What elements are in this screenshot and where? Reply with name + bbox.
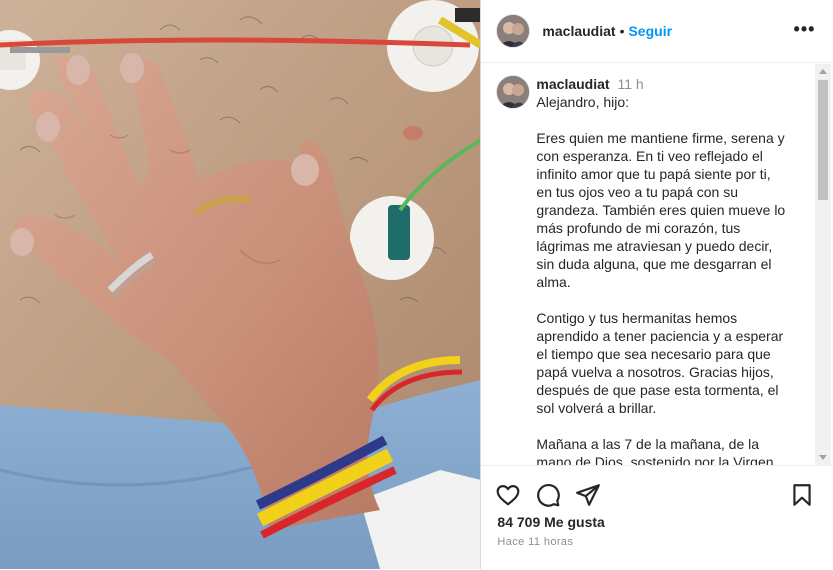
- caption-username[interactable]: maclaudiat: [536, 76, 609, 92]
- scroll-down-arrow-icon[interactable]: [819, 455, 828, 460]
- caption-paragraph: Alejandro, hijo:: [536, 94, 630, 110]
- caption-scroll-area[interactable]: maclaudiat 11 h Alejandro, hijo: Eres qu…: [481, 63, 833, 465]
- post-caption: maclaudiat 11 h Alejandro, hijo: Eres qu…: [536, 75, 786, 465]
- avatar-image: [497, 76, 530, 108]
- avatar-image: [497, 15, 530, 47]
- post-side-panel: maclaudiat • Seguir ••• maclaudiat 11 h: [481, 0, 833, 569]
- caption-paragraph: Eres quien me mantiene firme, serena y c…: [536, 130, 786, 290]
- post-header: maclaudiat • Seguir •••: [481, 0, 833, 63]
- post-photo[interactable]: [0, 0, 482, 569]
- like-count[interactable]: 84 709 Me gusta: [497, 514, 604, 530]
- post-photo-illustration: [0, 0, 481, 569]
- more-options-icon[interactable]: •••: [794, 20, 816, 38]
- post-actions: 84 709 Me gusta Hace 11 horas: [481, 465, 833, 570]
- author-username[interactable]: maclaudiat: [542, 23, 615, 39]
- bookmark-icon-graphic: [793, 484, 812, 506]
- caption-paragraph: Mañana a las 7 de la mañana, de la mano …: [536, 436, 774, 465]
- instagram-post: maclaudiat • Seguir ••• maclaudiat 11 h: [0, 0, 833, 569]
- share-icon[interactable]: [575, 482, 601, 508]
- scroll-up-arrow-icon[interactable]: [819, 69, 828, 74]
- comment-icon-graphic: [537, 484, 561, 507]
- comment-icon[interactable]: [535, 482, 561, 508]
- caption-scrollbar[interactable]: [815, 64, 832, 465]
- bookmark-icon[interactable]: [789, 482, 815, 508]
- scrollbar-thumb[interactable]: [818, 80, 829, 200]
- author-avatar[interactable]: [496, 14, 531, 48]
- follow-button[interactable]: Seguir: [628, 23, 672, 39]
- header-separator: •: [619, 23, 625, 39]
- post-timestamp[interactable]: Hace 11 horas: [497, 536, 573, 548]
- heart-icon[interactable]: [495, 482, 521, 508]
- caption-paragraph: Contigo y tus hermanitas hemos aprendido…: [536, 310, 784, 416]
- caption-author-avatar[interactable]: [496, 75, 531, 109]
- share-icon-graphic: [576, 484, 601, 506]
- caption-meta: maclaudiat 11 h: [536, 75, 786, 93]
- caption-time[interactable]: 11 h: [617, 76, 643, 92]
- heart-icon-graphic: [497, 485, 520, 506]
